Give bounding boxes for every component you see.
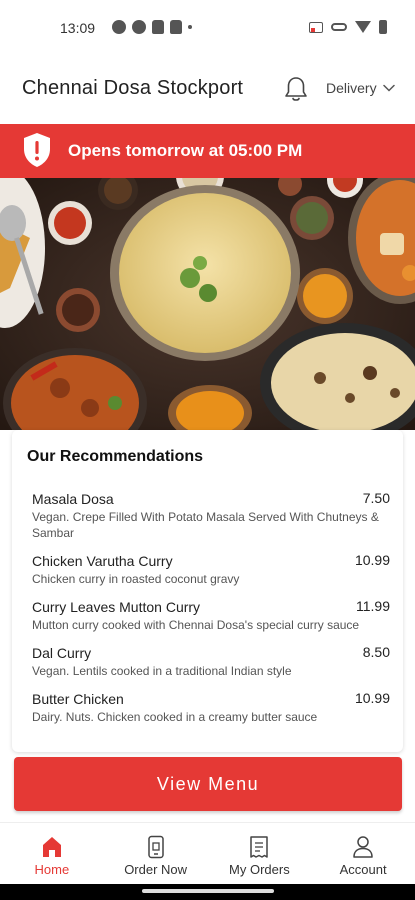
nav-label-order-now: Order Now [124, 862, 188, 877]
notification-play-icon [132, 20, 146, 34]
item-name: Butter Chicken [32, 691, 124, 707]
cast-icon [309, 21, 323, 33]
home-icon [42, 837, 61, 857]
status-time: 13:09 [60, 20, 96, 36]
item-price: 10.99 [354, 690, 390, 706]
notification-icons [112, 20, 192, 34]
nav-label-home: Home [34, 862, 70, 877]
system-icons [309, 20, 387, 34]
chevron-down-icon [382, 84, 395, 92]
item-price: 11.99 [356, 598, 390, 614]
item-description: Vegan. Lentils cooked in a traditional I… [32, 664, 292, 678]
item-description: Chicken curry in roasted coconut gravy [32, 572, 240, 586]
restaurant-name: Chennai Dosa Stockport [22, 77, 244, 99]
delivery-mode-select[interactable]: Delivery [326, 80, 395, 96]
notification-app-icon [112, 20, 126, 34]
recommendation-item[interactable]: Curry Leaves Mutton Curry 11.99 Mutton c… [32, 598, 390, 633]
item-description: Vegan. Crepe Filled With Potato Masala S… [32, 510, 379, 540]
item-description: Dairy. Nuts. Chicken cooked in a creamy … [32, 710, 318, 724]
nav-label-my-orders: My Orders [229, 862, 290, 877]
battery-icon [379, 20, 387, 34]
nav-item-account[interactable]: Account [311, 823, 415, 884]
banner-text: Opens tomorrow at 05:00 PM [68, 141, 303, 160]
item-name: Curry Leaves Mutton Curry [32, 599, 201, 615]
opening-hours-banner: Opens tomorrow at 05:00 PM [0, 124, 415, 178]
recommendations-list: Masala Dosa 7.50 Vegan. Crepe Filled Wit… [32, 490, 390, 736]
nav-item-order-now[interactable]: Order Now [104, 823, 208, 884]
recommendation-item[interactable]: Butter Chicken 10.99 Dairy. Nuts. Chicke… [32, 690, 390, 725]
shield-alert-icon [24, 133, 50, 167]
receipt-icon [250, 836, 269, 858]
item-price: 8.50 [362, 644, 390, 660]
item-price: 7.50 [362, 490, 390, 506]
app-header: Chennai Dosa Stockport Delivery [0, 60, 415, 122]
food-spread-illustration [0, 178, 415, 430]
nav-item-home[interactable]: Home [0, 823, 104, 884]
recommendations-card: Our Recommendations Masala Dosa 7.50 Veg… [12, 430, 403, 752]
status-bar: 13:09 [0, 0, 415, 60]
view-menu-button[interactable]: View Menu [14, 757, 402, 811]
more-notifications-dot-icon [188, 25, 192, 29]
recommendation-item[interactable]: Dal Curry 8.50 Vegan. Lentils cooked in … [32, 644, 390, 679]
android-icon-2 [170, 20, 182, 34]
link-icon [331, 23, 347, 31]
recommendation-item[interactable]: Masala Dosa 7.50 Vegan. Crepe Filled Wit… [32, 490, 390, 541]
wifi-icon [355, 21, 371, 33]
bottom-navigation: Home Order Now My Orders Account [0, 822, 415, 884]
recommendations-title: Our Recommendations [27, 448, 204, 465]
phone-order-icon [147, 835, 164, 859]
gesture-handle[interactable] [142, 889, 274, 893]
nav-item-my-orders[interactable]: My Orders [208, 823, 312, 884]
item-name: Masala Dosa [32, 491, 114, 507]
recommendation-item[interactable]: Chicken Varutha Curry 10.99 Chicken curr… [32, 552, 390, 587]
item-name: Chicken Varutha Curry [32, 553, 173, 569]
person-icon [353, 836, 373, 858]
nav-label-account: Account [339, 862, 387, 877]
bell-icon[interactable] [283, 75, 309, 103]
item-description: Mutton curry cooked with Chennai Dosa's … [32, 618, 360, 632]
hero-food-image [0, 178, 415, 430]
item-name: Dal Curry [32, 645, 92, 661]
delivery-mode-label: Delivery [326, 80, 377, 96]
system-gesture-bar [0, 884, 415, 900]
item-price: 10.99 [354, 552, 390, 568]
android-icon [152, 20, 164, 34]
